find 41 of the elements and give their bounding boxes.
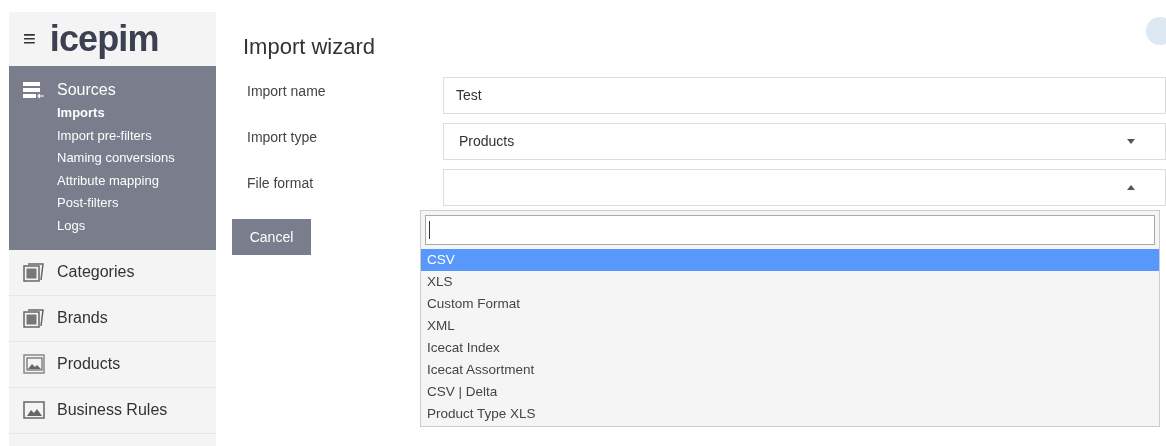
dropdown-option[interactable]: XML bbox=[421, 315, 1159, 337]
nav-item[interactable]: Categories bbox=[9, 249, 216, 296]
text-cursor bbox=[429, 221, 430, 239]
text-field[interactable]: Test bbox=[443, 77, 1166, 114]
nav-label: Business Rules bbox=[57, 400, 168, 421]
avatar[interactable] bbox=[1146, 17, 1166, 45]
nav-label: Categories bbox=[57, 262, 135, 283]
field-label: File format bbox=[246, 174, 315, 193]
stack-icon bbox=[23, 262, 45, 283]
dropdown-option[interactable]: Icecat Index bbox=[421, 337, 1159, 359]
nav-item[interactable]: Products bbox=[9, 341, 216, 388]
submenu-item[interactable]: Naming conversions bbox=[57, 147, 216, 170]
submenu-item[interactable]: Import pre-filters bbox=[57, 124, 216, 148]
nav-item[interactable]: Business Rules bbox=[9, 387, 216, 434]
submenu-item[interactable]: Post-filters bbox=[57, 192, 216, 215]
submenu-item[interactable]: Logs bbox=[57, 214, 216, 238]
nav-item[interactable]: Sources Imports Import pre-filters Naming conversions Attribute mapping Post-filters Logs bbox=[9, 66, 216, 250]
page-title: Import wizard bbox=[243, 33, 376, 61]
nav-label: Brands bbox=[57, 308, 108, 329]
image-icon bbox=[23, 354, 45, 375]
menu-icon[interactable]: ≡ bbox=[23, 28, 36, 50]
field-label: Import type bbox=[246, 128, 319, 147]
nav-item[interactable]: Brands bbox=[9, 295, 216, 342]
stack-icon bbox=[23, 308, 45, 329]
search-field[interactable] bbox=[425, 215, 1155, 245]
dropdown-option[interactable]: CSV | Delta bbox=[421, 381, 1159, 403]
image-icon bbox=[23, 401, 45, 420]
list-icon bbox=[23, 81, 45, 99]
submenu-item[interactable]: Imports bbox=[57, 102, 216, 125]
cancel-button[interactable]: Cancel bbox=[232, 219, 311, 255]
select-field[interactable]: Products bbox=[443, 123, 1166, 160]
logo-text: icepim bbox=[49, 21, 159, 57]
field-label: Import name bbox=[246, 82, 327, 101]
dropdown-option[interactable]: Custom Format bbox=[421, 293, 1159, 315]
submenu-item[interactable]: Attribute mapping bbox=[57, 169, 216, 193]
dropdown-option[interactable]: Product Type XLS bbox=[421, 403, 1159, 425]
dropdown-option[interactable]: Icecat Assortment bbox=[421, 359, 1159, 381]
nav-label: Sources bbox=[57, 80, 116, 100]
select-field[interactable] bbox=[443, 169, 1166, 206]
nav-label: Products bbox=[57, 354, 121, 375]
dropdown-option[interactable]: XLS bbox=[421, 271, 1159, 293]
